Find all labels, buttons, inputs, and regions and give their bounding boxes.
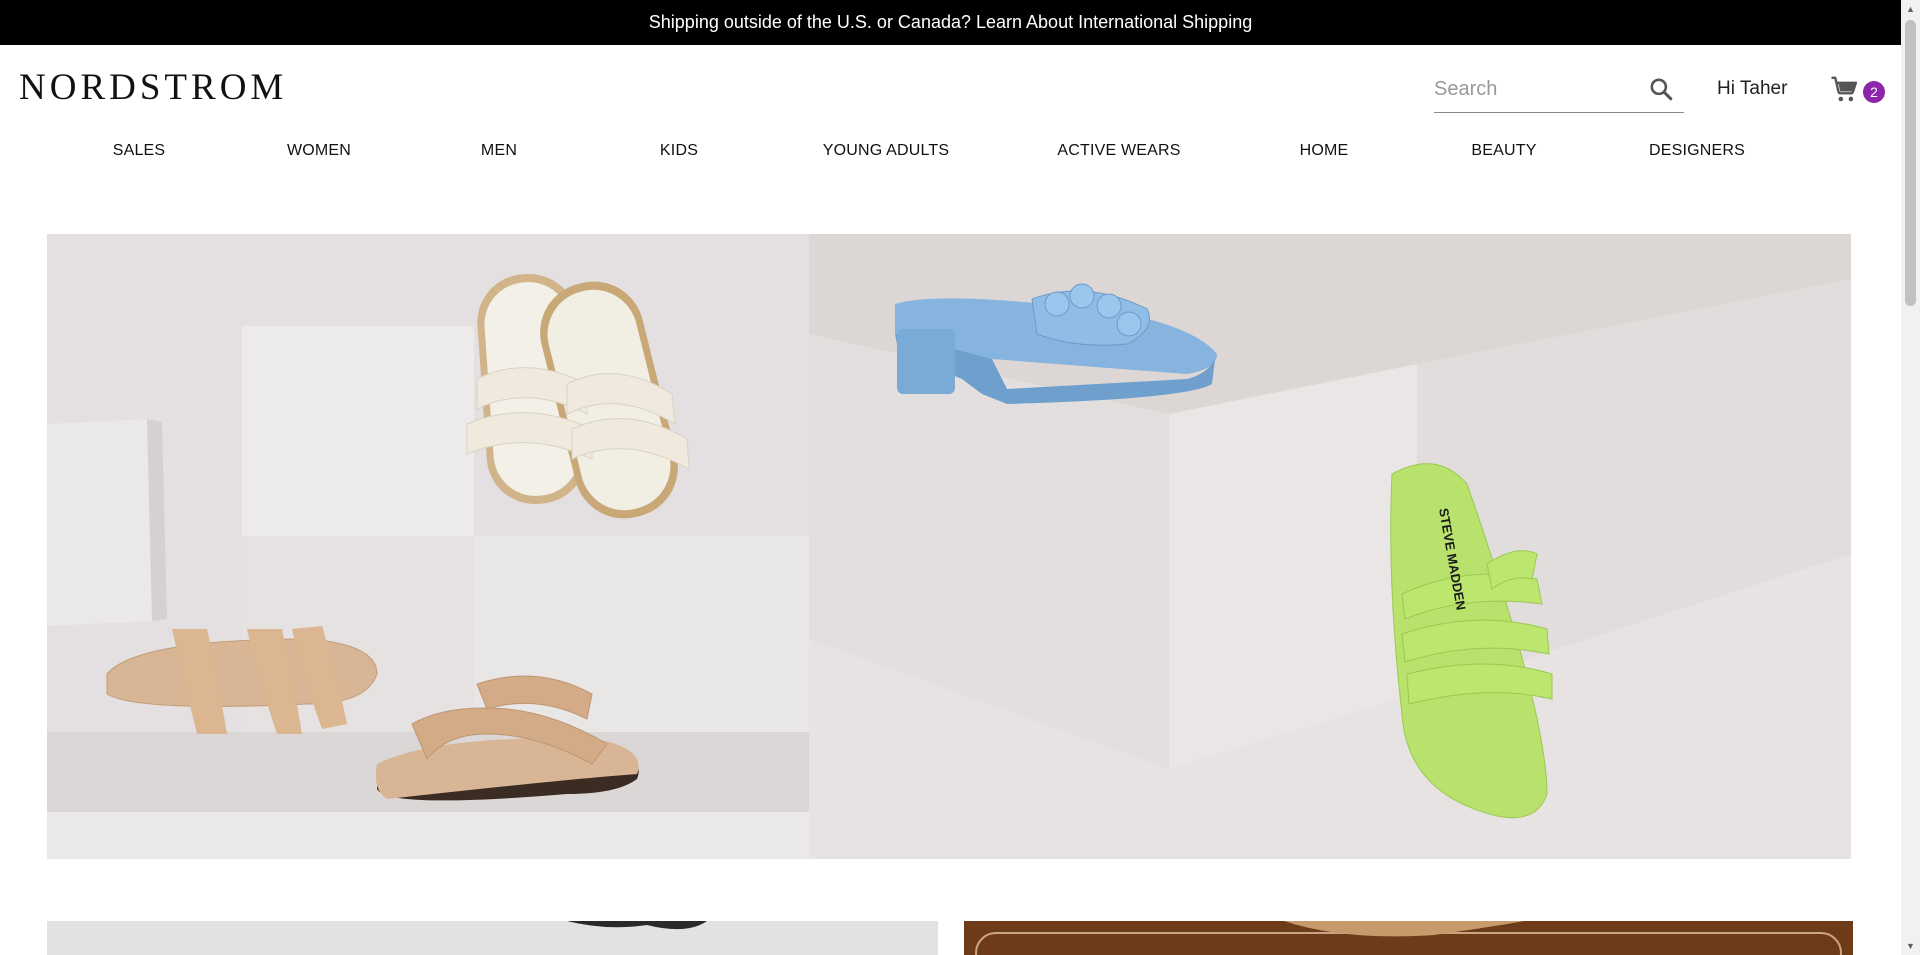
scroll-down-icon[interactable]: ▼ (1905, 939, 1916, 953)
header: NORDSTROM Hi Taher 2 (0, 45, 1901, 135)
nav-item-women[interactable]: WOMEN (287, 142, 351, 160)
search-box (1434, 67, 1684, 113)
cart-button[interactable]: 2 (1829, 74, 1885, 108)
nav-item-young-adults[interactable]: YOUNG ADULTS (823, 142, 950, 160)
international-shipping-link[interactable]: Shipping outside of the U.S. or Canada? … (649, 12, 1252, 33)
scrollbar-thumb[interactable] (1905, 20, 1916, 306)
nav-item-beauty[interactable]: BEAUTY (1471, 142, 1536, 160)
cart-count-badge: 2 (1863, 81, 1885, 103)
nav-item-sales[interactable]: SALES (113, 142, 166, 160)
search-input[interactable] (1434, 69, 1639, 110)
main-nav: SALES WOMEN MEN KIDS YOUNG ADULTS ACTIVE… (0, 135, 1901, 171)
promo-tile-left[interactable] (47, 921, 938, 955)
nav-item-kids[interactable]: KIDS (660, 142, 698, 160)
scroll-up-icon[interactable]: ▲ (1905, 2, 1916, 16)
account-greeting[interactable]: Hi Taher (1717, 78, 1787, 100)
nav-item-active-wears[interactable]: ACTIVE WEARS (1057, 142, 1180, 160)
promo-bar: Shipping outside of the U.S. or Canada? … (0, 0, 1901, 45)
nav-item-men[interactable]: MEN (481, 142, 517, 160)
search-icon[interactable] (1648, 76, 1674, 102)
cart-icon (1829, 74, 1859, 104)
nav-item-home[interactable]: HOME (1300, 142, 1349, 160)
nav-item-designers[interactable]: DESIGNERS (1649, 142, 1745, 160)
promo-tile-right[interactable] (964, 921, 1853, 955)
logo[interactable]: NORDSTROM (19, 66, 287, 109)
vertical-scrollbar[interactable]: ▲ ▼ (1901, 0, 1920, 955)
hero-banner[interactable]: STEVE MADDEN (47, 234, 1851, 859)
